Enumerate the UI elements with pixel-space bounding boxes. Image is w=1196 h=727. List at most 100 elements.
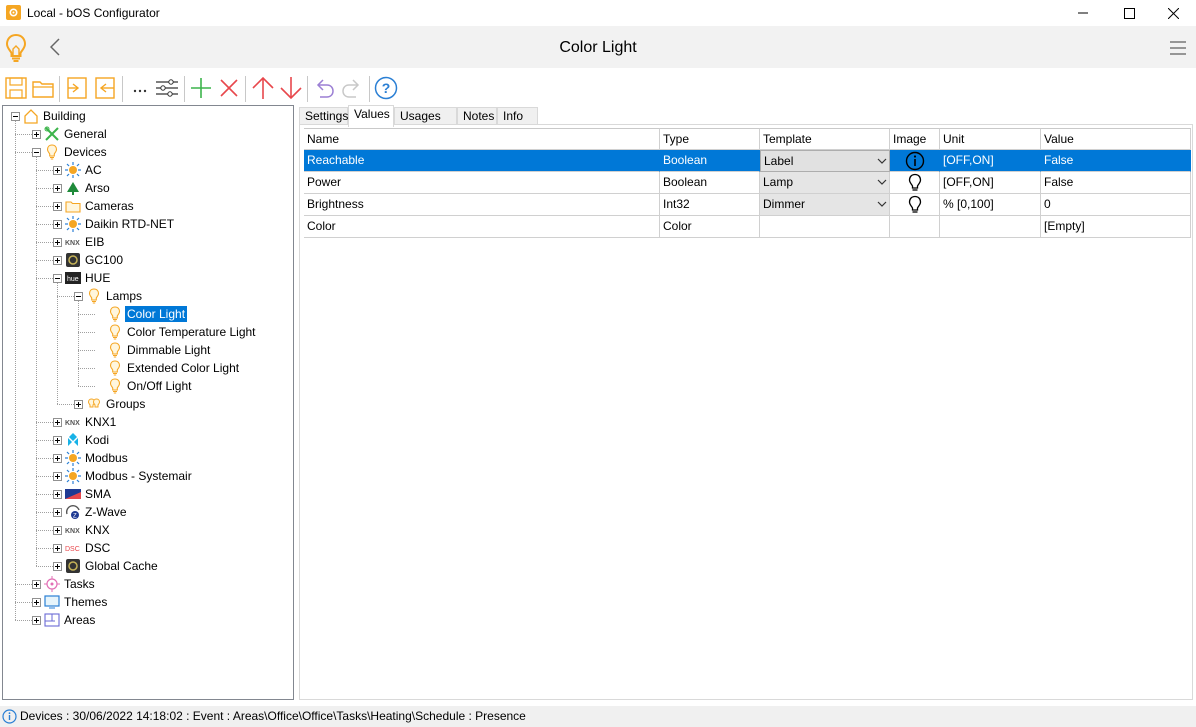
expand-plus-icon[interactable] bbox=[53, 166, 62, 175]
expand-plus-icon[interactable] bbox=[53, 490, 62, 499]
collapse-minus-icon[interactable] bbox=[32, 148, 41, 157]
cell-unit[interactable]: % [0,100] bbox=[940, 194, 1041, 216]
tree-item-knx[interactable]: KNX KNX bbox=[3, 521, 293, 539]
table-row[interactable]: Power Boolean Lamp [OFF,ON] False bbox=[304, 172, 1191, 194]
cell-image[interactable] bbox=[890, 150, 940, 172]
tree-item-tasks[interactable]: Tasks bbox=[3, 575, 293, 593]
column-header-unit[interactable]: Unit bbox=[940, 128, 1041, 150]
tree-item-lamps[interactable]: Lamps bbox=[3, 287, 293, 305]
close-button[interactable] bbox=[1150, 0, 1196, 26]
table-row[interactable]: Brightness Int32 Dimmer % [0,100] 0 bbox=[304, 194, 1191, 216]
tree-item-hue[interactable]: hue HUE bbox=[3, 269, 293, 287]
cell-name[interactable]: Color bbox=[304, 216, 660, 238]
cell-type[interactable]: Boolean bbox=[660, 150, 760, 172]
move-up-arrow-icon[interactable] bbox=[251, 76, 275, 100]
delete-icon[interactable] bbox=[217, 76, 241, 100]
expand-plus-icon[interactable] bbox=[32, 616, 41, 625]
tree-item-devices[interactable]: Devices bbox=[3, 143, 293, 161]
cell-unit[interactable]: [OFF,ON] bbox=[940, 172, 1041, 194]
cell-type[interactable]: Color bbox=[660, 216, 760, 238]
column-header-type[interactable]: Type bbox=[660, 128, 760, 150]
tree-item-sma[interactable]: SMA bbox=[3, 485, 293, 503]
tree-item-areas[interactable]: Areas bbox=[3, 611, 293, 629]
tree-item-kodi[interactable]: Kodi bbox=[3, 431, 293, 449]
cell-image[interactable] bbox=[890, 172, 940, 194]
tree-item-modbussys[interactable]: Modbus - Systemair bbox=[3, 467, 293, 485]
table-row[interactable]: Color Color [Empty] bbox=[304, 216, 1191, 238]
hamburger-menu-icon[interactable] bbox=[1170, 40, 1186, 59]
cell-image[interactable] bbox=[890, 216, 940, 238]
expand-plus-icon[interactable] bbox=[53, 220, 62, 229]
import-icon[interactable] bbox=[65, 76, 89, 100]
open-folder-icon[interactable] bbox=[31, 76, 55, 100]
cell-unit[interactable] bbox=[940, 216, 1041, 238]
tree-item-globalcache[interactable]: Global Cache bbox=[3, 557, 293, 575]
collapse-minus-icon[interactable] bbox=[11, 112, 20, 121]
tree-item-gc100[interactable]: GC100 bbox=[3, 251, 293, 269]
expand-plus-icon[interactable] bbox=[53, 454, 62, 463]
expand-plus-icon[interactable] bbox=[32, 598, 41, 607]
column-header-template[interactable]: Template bbox=[760, 128, 890, 150]
tree-item-arso[interactable]: Arso bbox=[3, 179, 293, 197]
expand-plus-icon[interactable] bbox=[53, 202, 62, 211]
cell-type[interactable]: Boolean bbox=[660, 172, 760, 194]
cell-image[interactable] bbox=[890, 194, 940, 216]
tree-item-ac[interactable]: AC bbox=[3, 161, 293, 179]
maximize-button[interactable] bbox=[1106, 0, 1152, 26]
expand-plus-icon[interactable] bbox=[53, 562, 62, 571]
tree-item-groups[interactable]: Groups bbox=[3, 395, 293, 413]
expand-plus-icon[interactable] bbox=[53, 256, 62, 265]
expand-plus-icon[interactable] bbox=[32, 130, 41, 139]
cell-type[interactable]: Int32 bbox=[660, 194, 760, 216]
tree-item-cameras[interactable]: Cameras bbox=[3, 197, 293, 215]
undo-icon[interactable] bbox=[312, 76, 336, 100]
expand-plus-icon[interactable] bbox=[74, 400, 83, 409]
tree-item-zwave[interactable]: Z Z-Wave bbox=[3, 503, 293, 521]
column-header-image[interactable]: Image bbox=[890, 128, 940, 150]
tree-item-dsc[interactable]: DSC DSC bbox=[3, 539, 293, 557]
tree-item-extcolor[interactable]: Extended Color Light bbox=[3, 359, 293, 377]
project-tree[interactable]: Building General Devices AC Arso Cameras Daiki… bbox=[2, 105, 294, 700]
tree-item-colortemp[interactable]: Color Temperature Light bbox=[3, 323, 293, 341]
template-dropdown[interactable]: Dimmer bbox=[760, 194, 890, 216]
cell-template[interactable] bbox=[760, 216, 890, 238]
tree-item-modbus[interactable]: Modbus bbox=[3, 449, 293, 467]
collapse-minus-icon[interactable] bbox=[74, 292, 83, 301]
more-options-icon[interactable] bbox=[128, 76, 152, 100]
save-icon[interactable] bbox=[4, 76, 28, 100]
table-row[interactable]: Reachable Boolean Label [OFF,ON] False bbox=[304, 150, 1191, 172]
collapse-minus-icon[interactable] bbox=[53, 274, 62, 283]
tree-item-onoff[interactable]: On/Off Light bbox=[3, 377, 293, 395]
expand-plus-icon[interactable] bbox=[53, 544, 62, 553]
move-down-arrow-icon[interactable] bbox=[279, 76, 303, 100]
column-header-name[interactable]: Name bbox=[304, 128, 660, 150]
cell-name[interactable]: Power bbox=[304, 172, 660, 194]
cell-value[interactable]: False bbox=[1041, 172, 1191, 194]
cell-value[interactable]: [Empty] bbox=[1041, 216, 1191, 238]
tree-item-building[interactable]: Building bbox=[3, 107, 293, 125]
template-dropdown[interactable]: Label bbox=[760, 150, 890, 172]
help-icon[interactable]: ? bbox=[374, 76, 398, 100]
template-dropdown[interactable]: Lamp bbox=[760, 172, 890, 194]
minimize-button[interactable] bbox=[1060, 0, 1106, 26]
expand-plus-icon[interactable] bbox=[53, 184, 62, 193]
expand-plus-icon[interactable] bbox=[53, 472, 62, 481]
tree-item-knx1[interactable]: KNX KNX1 bbox=[3, 413, 293, 431]
tree-item-general[interactable]: General bbox=[3, 125, 293, 143]
redo-icon[interactable] bbox=[340, 76, 364, 100]
add-icon[interactable] bbox=[189, 76, 213, 100]
expand-plus-icon[interactable] bbox=[53, 526, 62, 535]
tab-values[interactable]: Values bbox=[348, 105, 394, 127]
expand-plus-icon[interactable] bbox=[53, 436, 62, 445]
tree-item-colorlight[interactable]: Color Light bbox=[3, 305, 293, 323]
export-icon[interactable] bbox=[93, 76, 117, 100]
expand-plus-icon[interactable] bbox=[53, 418, 62, 427]
cell-name[interactable]: Reachable bbox=[304, 150, 660, 172]
tree-item-eib[interactable]: KNX EIB bbox=[3, 233, 293, 251]
expand-plus-icon[interactable] bbox=[53, 508, 62, 517]
column-header-value[interactable]: Value bbox=[1041, 128, 1191, 150]
cell-unit[interactable]: [OFF,ON] bbox=[940, 150, 1041, 172]
tree-item-daikin[interactable]: Daikin RTD-NET bbox=[3, 215, 293, 233]
sliders-settings-icon[interactable] bbox=[155, 76, 179, 100]
expand-plus-icon[interactable] bbox=[32, 580, 41, 589]
